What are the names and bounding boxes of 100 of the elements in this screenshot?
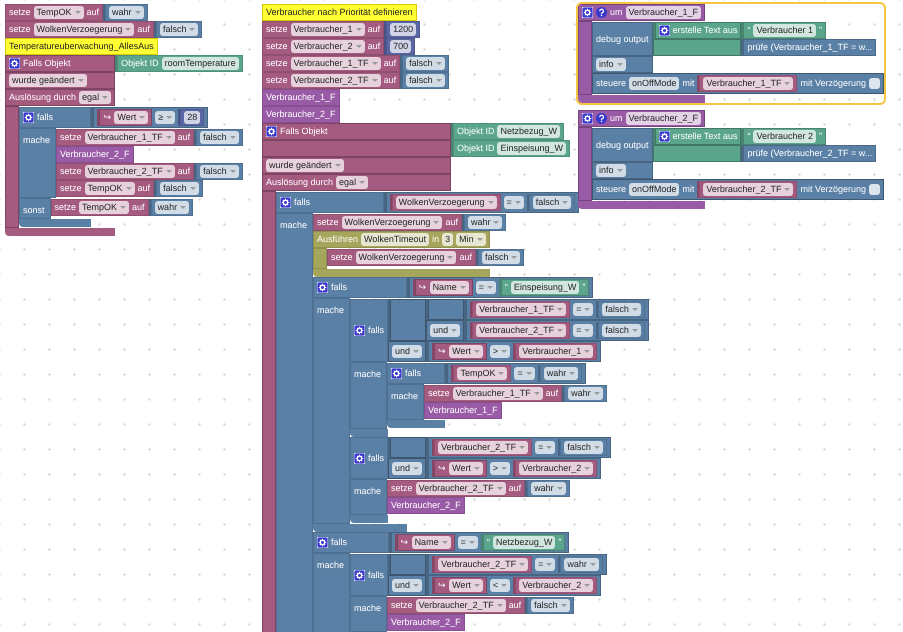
dropdown[interactable]: = [504,196,524,209]
dropdown[interactable]: egal [336,176,368,189]
value-field[interactable]: 3 [442,233,454,246]
dropdown[interactable]: und [430,324,460,337]
dropdown[interactable]: wahr [568,387,603,400]
gear-icon[interactable] [354,452,366,464]
dropdown[interactable]: falsch [200,165,239,178]
dropdown[interactable]: Verbraucher_1_TF [452,387,543,400]
dropdown[interactable]: Wert [114,111,148,124]
dropdown[interactable]: = [535,558,556,571]
dropdown[interactable]: Verbraucher_2_TF [416,599,506,612]
value-field[interactable]: Verbraucher_1_F [626,6,702,19]
dropdown[interactable]: Verbraucher_2_TF [438,558,528,571]
dropdown[interactable]: WolkenVerzoegerung [396,196,497,209]
dropdown[interactable]: wahr [109,6,144,19]
value-field[interactable]: 1200 [390,23,416,36]
dropdown[interactable]: Verbraucher_1_TF [84,131,175,144]
dropdown[interactable]: ≥ [155,111,176,124]
gear-icon[interactable] [280,197,291,208]
dropdown[interactable]: TempOK [84,182,135,195]
dropdown[interactable]: wahr [531,482,566,495]
dropdown[interactable]: Verbraucher_2 [519,579,594,592]
dropdown[interactable]: Verbraucher_2_TF [476,324,566,337]
dropdown[interactable]: Verbraucher_2_TF [416,482,506,495]
gear-icon[interactable] [582,7,593,18]
dropdown[interactable]: falsch [602,303,641,316]
gear-icon[interactable] [266,126,277,137]
gear-icon[interactable] [9,58,20,69]
dropdown[interactable]: wahr [544,367,578,380]
gear-icon[interactable] [658,25,670,36]
dropdown[interactable]: = [573,303,594,316]
value-field[interactable]: 700 [390,40,412,53]
dropdown[interactable]: wurde geändert [266,159,344,172]
dropdown[interactable]: < [490,579,510,592]
checkbox[interactable] [869,78,880,89]
dropdown[interactable]: Verbraucher_2_TF [84,165,175,178]
dropdown[interactable]: Wert [449,462,483,475]
dropdown[interactable]: wahr [468,216,502,229]
help-icon[interactable] [596,113,607,124]
dropdown[interactable]: Verbraucher_1_TF [703,77,794,90]
dropdown[interactable]: falsch [406,57,445,70]
value-field[interactable]: Netzbezug_W [497,125,560,138]
dropdown[interactable]: = [573,324,594,337]
dropdown[interactable]: Wert [449,579,483,592]
gear-icon[interactable] [658,131,670,142]
gear-icon[interactable] [391,368,402,379]
dropdown[interactable]: wahr [564,558,599,571]
gear-icon[interactable] [582,113,593,124]
gear-icon[interactable] [354,570,366,580]
dropdown[interactable]: Verbraucher_2_TF [438,441,528,454]
value-field[interactable]: onOffMode [629,183,680,196]
dropdown[interactable]: Verbraucher_1 [519,345,594,358]
dropdown[interactable]: Min [456,233,486,246]
value-field[interactable]: Verbraucher 1 [753,24,816,37]
checkbox[interactable] [869,184,880,195]
value-field[interactable]: roomTemperature [162,57,239,70]
dropdown[interactable]: falsch [160,182,199,195]
gear-icon[interactable] [23,112,34,123]
dropdown[interactable]: Verbraucher_2_TF [703,183,794,196]
gear-icon[interactable] [317,282,328,293]
value-field[interactable]: onOffMode [629,77,680,90]
dropdown[interactable]: TempOK [457,367,508,380]
help-icon[interactable] [596,7,607,18]
dropdown[interactable]: = [476,281,496,294]
dropdown[interactable]: TempOK [34,6,84,19]
dropdown[interactable]: WolkenVerzoegerung [342,216,442,229]
dropdown[interactable]: Name [412,536,451,549]
dropdown[interactable]: egal [79,91,112,104]
dropdown[interactable]: Wert [449,345,483,358]
dropdown[interactable]: falsch [200,131,239,144]
value-field[interactable]: WolkenTimeout [361,233,430,246]
value-field[interactable]: Verbraucher 2 [753,130,816,143]
dropdown[interactable]: WolkenVerzoegerung [356,251,456,264]
dropdown[interactable]: Verbraucher_2 [290,40,365,53]
dropdown[interactable]: = [514,367,535,380]
dropdown[interactable]: > [490,345,510,358]
dropdown[interactable]: info [596,164,626,177]
dropdown[interactable]: falsch [531,599,570,612]
value-field[interactable]: Einspeisung_W [510,281,580,294]
value-field[interactable]: Einspeisung_W [497,142,566,155]
dropdown[interactable]: falsch [160,23,198,36]
dropdown[interactable]: und [392,579,422,592]
dropdown[interactable]: WolkenVerzoegerung [34,23,134,36]
dropdown[interactable]: info [596,58,626,71]
dropdown[interactable]: falsch [564,441,603,454]
dropdown[interactable]: Verbraucher_1_TF [290,57,381,70]
dropdown[interactable]: TempOK [79,201,130,214]
dropdown[interactable]: und [392,462,422,475]
dropdown[interactable]: Verbraucher_2 [519,462,594,475]
dropdown[interactable]: falsch [602,324,641,337]
dropdown[interactable]: > [490,462,510,475]
dropdown[interactable]: wahr [154,201,190,214]
dropdown[interactable]: falsch [532,196,572,209]
dropdown[interactable]: = [535,441,556,454]
dropdown[interactable]: falsch [406,74,445,87]
value-field[interactable]: Netzbezug_W [492,536,556,549]
dropdown[interactable]: falsch [482,251,520,264]
dropdown[interactable]: Name [430,281,469,294]
gear-icon[interactable] [317,537,328,548]
gear-icon[interactable] [354,325,366,336]
